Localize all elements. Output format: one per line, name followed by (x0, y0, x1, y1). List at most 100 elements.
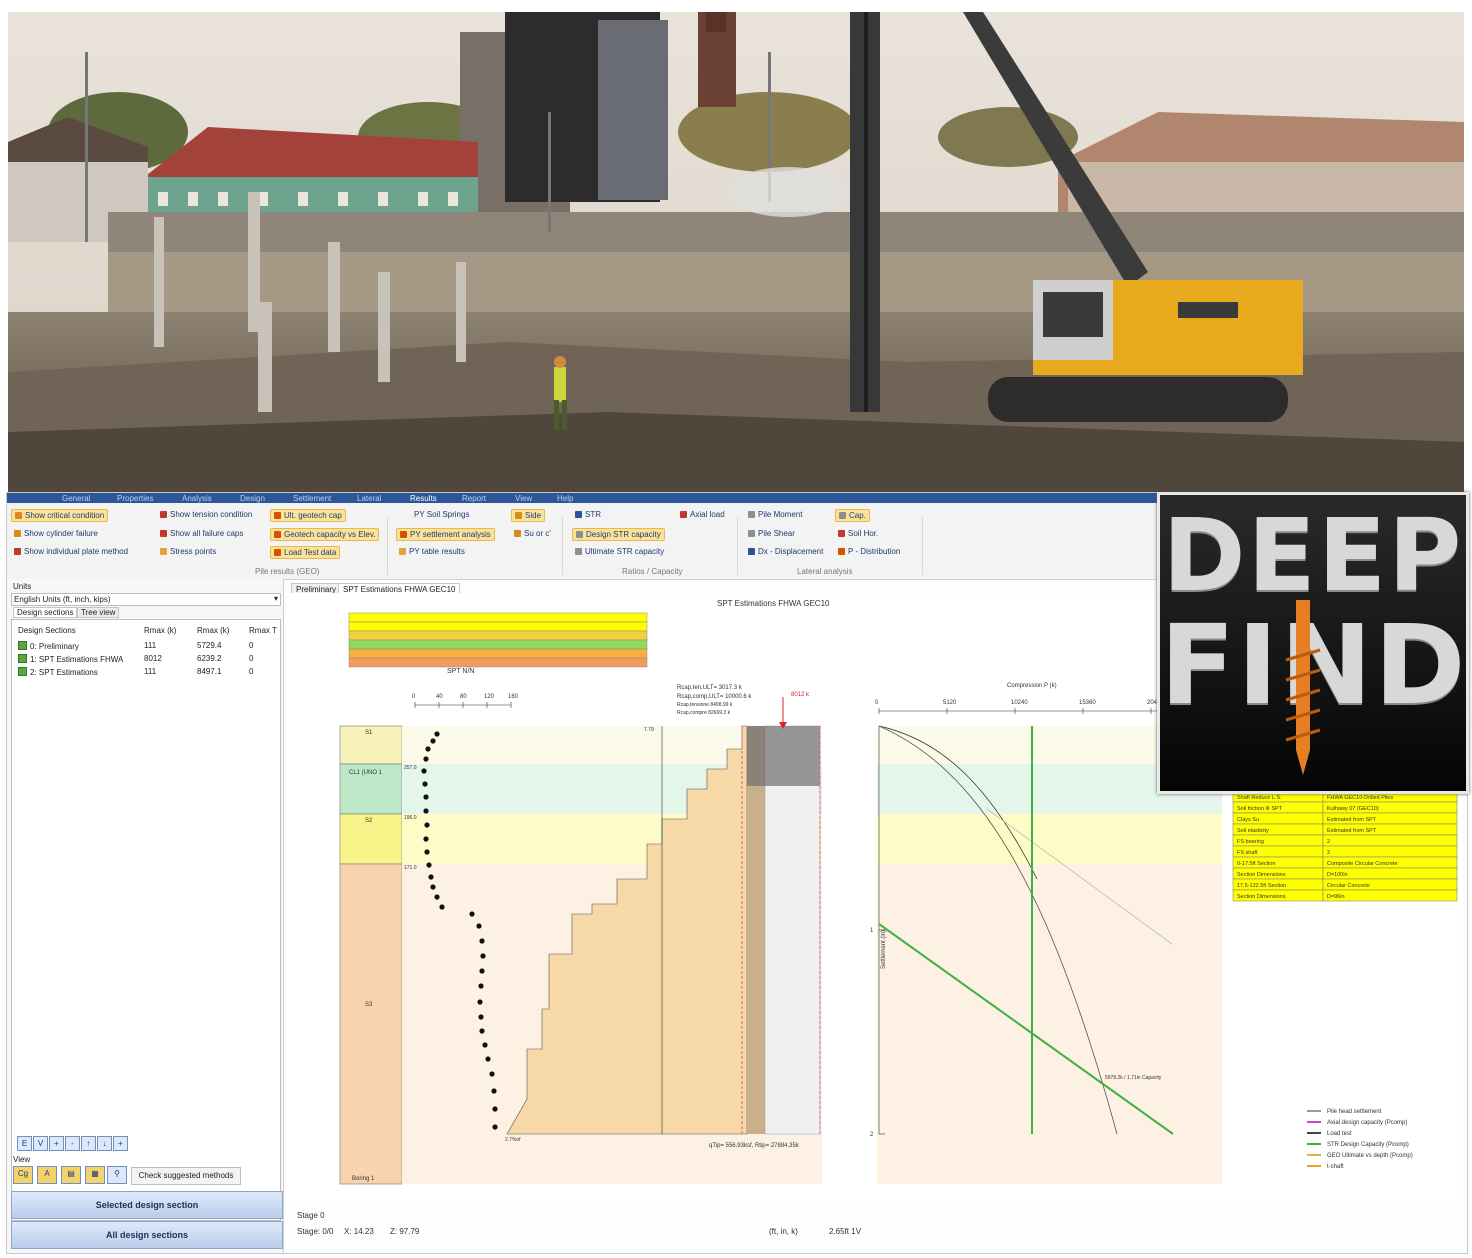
show-critical-button[interactable]: Show critical condition (11, 509, 109, 522)
axial-load-button[interactable]: Axial load (677, 509, 728, 520)
spt-point (428, 874, 434, 880)
pile-moment-button[interactable]: Pile Moment (745, 509, 805, 520)
py-springs-button[interactable]: PY Soil Springs (411, 509, 472, 520)
copy-button[interactable]: + (113, 1136, 128, 1151)
tab-results[interactable]: Results (410, 494, 437, 503)
group-lateral: Lateral analysis (797, 567, 853, 576)
py-table-button[interactable]: PY table results (396, 546, 468, 557)
z-coordinate: Z: 97.79 (390, 1227, 420, 1236)
side-icon (515, 512, 522, 519)
flag-icon (274, 531, 281, 538)
property-name: FS bearing (1237, 839, 1264, 845)
design-str-button[interactable]: Design STR capacity (572, 528, 665, 541)
str-icon (575, 511, 582, 518)
spt-point (489, 1071, 495, 1077)
spt-point (424, 849, 430, 855)
legend-label: Load test (1327, 1131, 1352, 1137)
spt-tick-label: 160 (508, 694, 519, 700)
properties-table: Shaft Reduce L.S. FHWA GEC10-Drilled Pile… (1232, 790, 1458, 902)
soil-icon (838, 530, 845, 537)
property-value: Estimated from SPT (1327, 828, 1377, 834)
p-distribution-label: P - Distribution (848, 547, 901, 556)
py-table-label: PY table results (409, 547, 465, 556)
edit-button[interactable]: E (17, 1136, 32, 1151)
p-distribution-button[interactable]: P - Distribution (835, 546, 903, 557)
row-rmax1: 111 (144, 667, 157, 676)
py-settlement-button[interactable]: PY settlement analysis (396, 528, 495, 541)
side-button[interactable]: Side (511, 509, 546, 522)
tab-view[interactable]: View (515, 494, 532, 503)
row-rmaxt: 0 (249, 641, 254, 650)
tension-icon (160, 511, 167, 518)
row-name: 2: SPT Estimations (30, 668, 98, 677)
units-value: English Units (ft, inch, kips) (14, 595, 111, 604)
cap-button[interactable]: Cap. (835, 509, 870, 522)
moment-icon (748, 511, 755, 518)
remove-button[interactable]: - (65, 1136, 80, 1151)
pile-shear-button[interactable]: Pile Shear (745, 528, 798, 539)
soil-hor-button[interactable]: Soil Hor. (835, 528, 881, 539)
dx-displacement-button[interactable]: Dx - Displacement (745, 546, 826, 557)
zoom-icon[interactable]: ⚲ (107, 1166, 127, 1184)
move-up-button[interactable]: ↑ (81, 1136, 96, 1151)
tab-design[interactable]: Design (240, 494, 265, 503)
ult-geotech-cap-button[interactable]: Ult. geotech cap (270, 509, 346, 522)
tab-help[interactable]: Help (557, 494, 573, 503)
tab-lateral[interactable]: Lateral (357, 494, 381, 503)
spt-point (422, 781, 428, 787)
ultimate-str-label: Ultimate STR capacity (585, 547, 665, 556)
all-design-sections-button[interactable]: All design sections (11, 1221, 283, 1249)
spt-tick-label: 80 (460, 694, 467, 700)
add-button[interactable]: + (49, 1136, 64, 1151)
cg-icon[interactable]: Cg (13, 1166, 33, 1184)
displacement-icon (748, 548, 755, 555)
show-plate-label: Show individual plate method (24, 547, 129, 556)
x-coordinate: X: 14.23 (344, 1227, 374, 1236)
spt-point (423, 808, 429, 814)
spt-point (482, 1042, 488, 1048)
table-icon (576, 531, 583, 538)
grid-icon[interactable]: ▦ (85, 1166, 105, 1184)
str-button[interactable]: STR (572, 509, 604, 520)
spt-point (469, 911, 475, 917)
tab-tree-view[interactable]: Tree view (77, 607, 120, 618)
show-all-caps-label: Show all failure caps (170, 529, 244, 538)
ultimate-str-button[interactable]: Ultimate STR capacity (572, 546, 667, 557)
view-button[interactable]: V (33, 1136, 48, 1151)
stress-points-button[interactable]: Stress points (157, 546, 219, 557)
spt-point (477, 999, 483, 1005)
units-select[interactable]: English Units (ft, inch, kips) ▾ (11, 593, 281, 606)
property-name: 0-17.5ft Section (1237, 861, 1276, 867)
tab-report[interactable]: Report (462, 494, 486, 503)
move-down-button[interactable]: ↓ (97, 1136, 112, 1151)
tab-analysis[interactable]: Analysis (182, 494, 212, 503)
show-all-caps-button[interactable]: Show all failure caps (157, 528, 246, 539)
py-springs-label: PY Soil Springs (414, 510, 470, 519)
show-cylinder-button[interactable]: Show cylinder failure (11, 528, 101, 539)
show-tension-button[interactable]: Show tension condition (157, 509, 255, 520)
geotech-vs-elev-button[interactable]: Geotech capacity vs Elev. (270, 528, 380, 541)
spt-point (478, 1014, 484, 1020)
text-a-icon[interactable]: A (37, 1166, 57, 1184)
cylinder-icon (14, 530, 21, 537)
pile-shear-label: Pile Shear (758, 529, 795, 538)
tab-general[interactable]: General (62, 494, 90, 503)
layer-label: Boring 1 (352, 1176, 375, 1182)
show-plate-button[interactable]: Show individual plate method (11, 546, 131, 557)
tab-design-sections[interactable]: Design sections (13, 607, 78, 618)
soil-hor-label: Soil Hor. (848, 529, 879, 538)
property-value: 2 (1327, 850, 1330, 856)
tab-properties[interactable]: Properties (117, 494, 153, 503)
check-suggested-button[interactable]: Check suggested methods (131, 1167, 241, 1185)
tab-settlement[interactable]: Settlement (293, 494, 331, 503)
load-test-button[interactable]: Load Test data (270, 546, 341, 559)
spt-tick-label: 120 (484, 694, 495, 700)
geotech-vs-elev-label: Geotech capacity vs Elev. (284, 530, 376, 539)
tip-resistance-label: qTip= 556.93ksf, Rtip= 27884.35k (709, 1143, 800, 1149)
table-icon (575, 548, 582, 555)
selected-design-section-button[interactable]: Selected design section (11, 1191, 283, 1219)
document-icon[interactable]: ▤ (61, 1166, 81, 1184)
spt-point (430, 738, 436, 744)
su-button[interactable]: Su or c' (511, 528, 554, 539)
legend-label: t-shaft (1327, 1164, 1344, 1170)
